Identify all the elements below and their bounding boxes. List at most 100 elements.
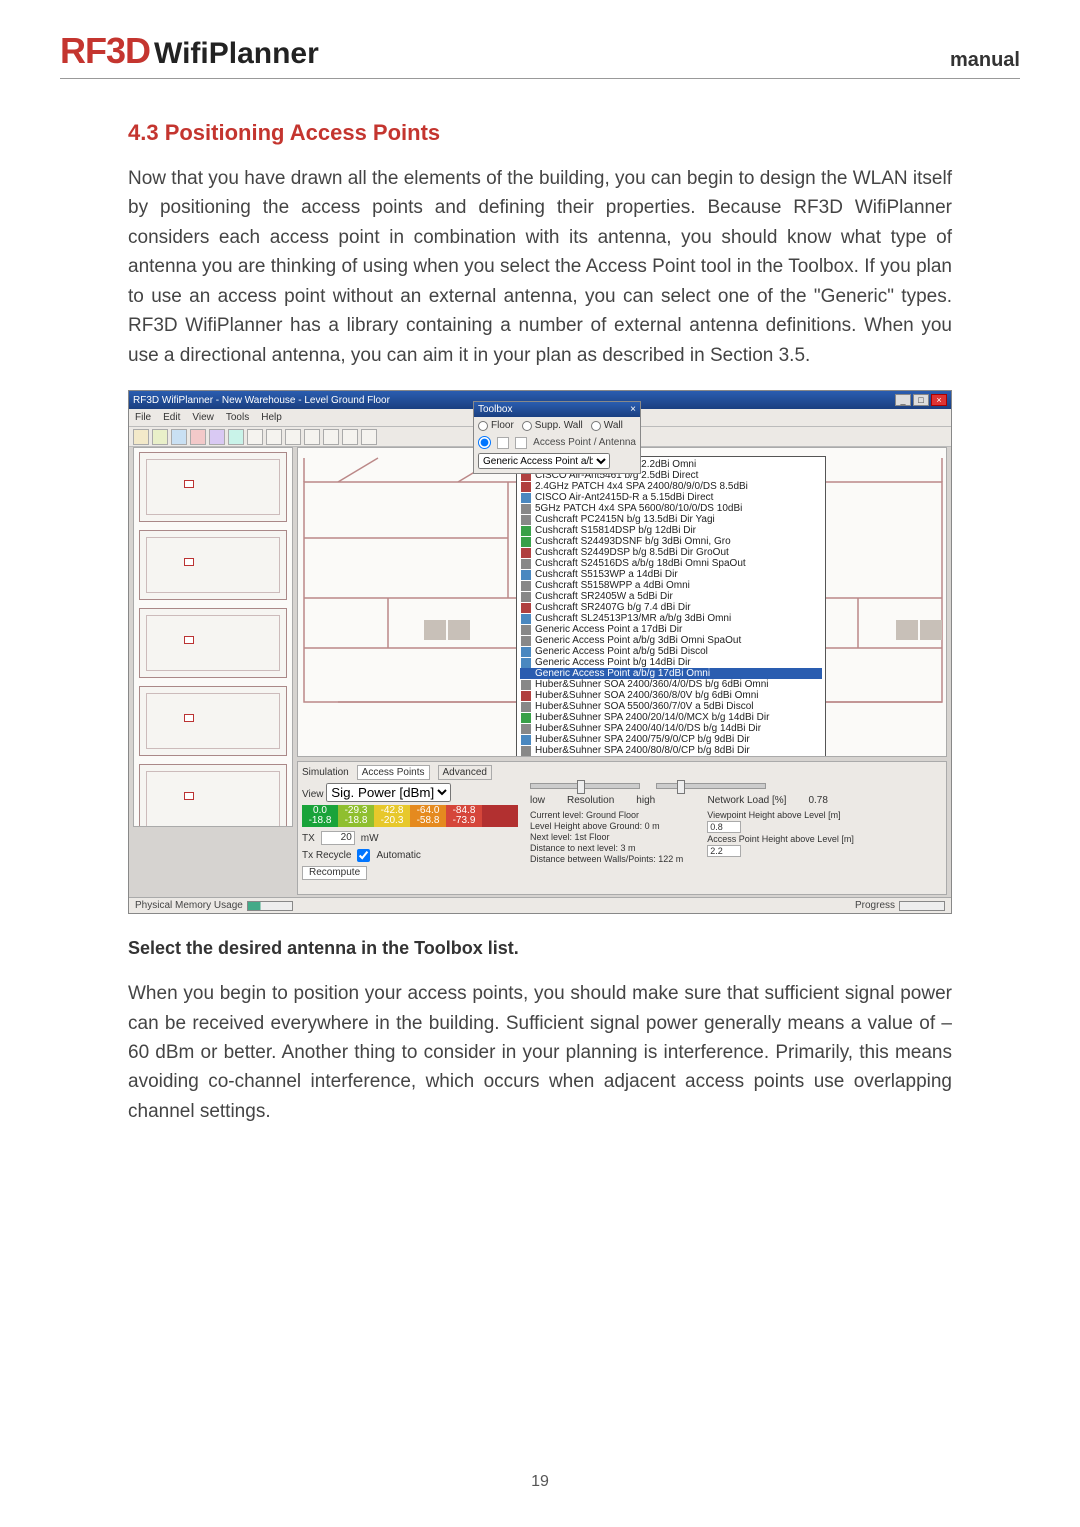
resolution-label: Resolution xyxy=(567,795,614,806)
antenna-color-icon xyxy=(521,570,531,580)
floorplan-canvas[interactable]: CISCO Air-Ant2451 b/g 2.2dBi OmniCISCO A… xyxy=(297,447,947,757)
radio-floor[interactable] xyxy=(478,421,488,431)
auto-checkbox[interactable] xyxy=(357,849,370,862)
antenna-option[interactable]: Generic Access Point a/b/g 17dBi Omni xyxy=(520,668,822,679)
toolbox-close-icon[interactable]: × xyxy=(630,404,636,415)
application-screenshot: RF3D WifiPlanner - New Warehouse - Level… xyxy=(128,390,952,914)
ap-height-value[interactable]: 2.2 xyxy=(707,845,741,857)
antenna-option[interactable]: Huber&Suhner SOA 2400/360/4/0/DS b/g 6dB… xyxy=(520,679,822,690)
antenna-select[interactable]: Generic Access Point a/b/g 17dBi Omni xyxy=(478,453,610,469)
tool-button-6[interactable] xyxy=(228,429,244,445)
antenna-option[interactable]: Huber&Suhner SPA 2400/75/9/0/CP b/g 9dBi… xyxy=(520,734,822,745)
antenna-color-icon xyxy=(521,658,531,668)
antenna-option[interactable]: Cushcraft S15814DSP b/g 12dBi Dir xyxy=(520,525,822,536)
antenna-color-icon xyxy=(521,537,531,547)
antenna-option[interactable]: Cushcraft S5153WP a 14dBi Dir xyxy=(520,569,822,580)
figure-caption: Select the desired antenna in the Toolbo… xyxy=(128,938,952,959)
menu-edit[interactable]: Edit xyxy=(163,412,180,423)
menu-tools[interactable]: Tools xyxy=(226,412,249,423)
antenna-option[interactable]: Cushcraft S5158WPP a 4dBi Omni xyxy=(520,580,822,591)
tool-button-10[interactable] xyxy=(304,429,320,445)
tab-access-points[interactable]: Access Points xyxy=(357,765,430,780)
menu-help[interactable]: Help xyxy=(261,412,282,423)
antenna-option[interactable]: Huber&Suhner SOA 2400/360/8/0V b/g 6dBi … xyxy=(520,690,822,701)
antenna-option[interactable]: Generic Access Point a 17dBi Dir xyxy=(520,624,822,635)
floor-thumb-2[interactable] xyxy=(139,530,287,600)
tool-button-2[interactable] xyxy=(152,429,168,445)
mem-label: Physical Memory Usage xyxy=(135,900,243,911)
antenna-option-label: Huber&Suhner SPA 2400/80/8/0/CP b/g 8dBi… xyxy=(535,745,750,756)
floor-thumb-5[interactable] xyxy=(139,764,287,827)
radio-wall[interactable] xyxy=(591,421,601,431)
signal-legend: 0.0-18.8-29.3-18.8-42.8-20.3-64.0-58.8-8… xyxy=(302,805,518,827)
tool-button-3[interactable] xyxy=(171,429,187,445)
antenna-option-label: 5GHz PATCH 4x4 SPA 5600/80/10/0/DS 10dBi xyxy=(535,503,742,514)
window-title: RF3D WifiPlanner - New Warehouse - Level… xyxy=(133,395,390,406)
antenna-color-icon xyxy=(521,515,531,525)
antenna-color-icon xyxy=(521,504,531,514)
antenna-option[interactable]: Cushcraft PC2415N b/g 13.5dBi Dir Yagi xyxy=(520,514,822,525)
tool-button-1[interactable] xyxy=(133,429,149,445)
tool-button-11[interactable] xyxy=(323,429,339,445)
antenna-option[interactable]: Cushcraft SL24513P13/MR a/b/g 3dBi Omni xyxy=(520,613,822,624)
antenna-option[interactable]: 5GHz PATCH 4x4 SPA 5600/80/10/0/DS 10dBi xyxy=(520,503,822,514)
antenna-option[interactable]: Huber&Suhner SPA 2400/40/14/0/DS b/g 14d… xyxy=(520,723,822,734)
antenna-dropdown-list[interactable]: CISCO Air-Ant2451 b/g 2.2dBi OmniCISCO A… xyxy=(516,456,826,757)
antenna-option[interactable]: Cushcraft S24516DS a/b/g 18dBi Omni SpaO… xyxy=(520,558,822,569)
antenna-option[interactable]: CISCO Air-Ant2415D-R a 5.15dBi Direct xyxy=(520,492,822,503)
tool-button-4[interactable] xyxy=(190,429,206,445)
header-section-label: manual xyxy=(950,49,1020,72)
view-select[interactable]: Sig. Power [dBm] xyxy=(326,783,451,802)
net-load-value: 0.78 xyxy=(808,795,827,806)
close-button[interactable]: × xyxy=(931,394,947,406)
floor-thumbnails[interactable] xyxy=(133,447,293,827)
antenna-option[interactable]: Huber&Suhner SPA 2400/75/9/0/V b/g 9dBi … xyxy=(520,756,822,757)
recompute-button[interactable]: Recompute xyxy=(302,866,367,880)
legend-cell xyxy=(482,805,518,827)
resolution-slider-2[interactable] xyxy=(656,783,766,789)
vp-height-value[interactable]: 0.8 xyxy=(707,821,741,833)
antenna-option[interactable]: 2.4GHz PATCH 4x4 SPA 2400/80/9/0/DS 8.5d… xyxy=(520,481,822,492)
menu-view[interactable]: View xyxy=(192,412,214,423)
antenna-option[interactable]: Cushcraft S24493DSNF b/g 3dBi Omni, Gro xyxy=(520,536,822,547)
tool-button-9[interactable] xyxy=(285,429,301,445)
minimize-button[interactable]: _ xyxy=(895,394,911,406)
floor-thumb-1[interactable] xyxy=(139,452,287,522)
menu-file[interactable]: File xyxy=(135,412,151,423)
tool-button-5[interactable] xyxy=(209,429,225,445)
tool-button-13[interactable] xyxy=(361,429,377,445)
antenna-option-label: Generic Access Point a/b/g 3dBi Omni Spa… xyxy=(535,635,741,646)
tool-button-7[interactable] xyxy=(247,429,263,445)
antenna-option[interactable]: Generic Access Point a/b/g 3dBi Omni Spa… xyxy=(520,635,822,646)
antenna-option[interactable]: Generic Access Point a/b/g 5dBi Discol xyxy=(520,646,822,657)
antenna-option[interactable]: Huber&Suhner SOA 5500/360/7/0V a 5dBi Di… xyxy=(520,701,822,712)
radio-ap[interactable] xyxy=(478,436,491,449)
resolution-slider-1[interactable] xyxy=(530,783,640,789)
antenna-option[interactable]: Cushcraft S2449DSP b/g 8.5dBi Dir GroOut xyxy=(520,547,822,558)
antenna-option-label: Huber&Suhner SPA 2400/75/9/0/CP b/g 9dBi… xyxy=(535,734,750,745)
antenna-option-label: Cushcraft SL24513P13/MR a/b/g 3dBi Omni xyxy=(535,613,731,624)
toolbox-panel[interactable]: Toolbox × Floor Supp. Wall Wall Access P… xyxy=(473,401,641,474)
maximize-button[interactable]: □ xyxy=(913,394,929,406)
antenna-option[interactable]: Generic Access Point b/g 14dBi Dir xyxy=(520,657,822,668)
simulation-panel: Simulation Access Points Advanced View S… xyxy=(297,761,947,895)
tool-button-12[interactable] xyxy=(342,429,358,445)
antenna-option[interactable]: Huber&Suhner SPA 2400/80/8/0/CP b/g 8dBi… xyxy=(520,745,822,756)
floor-thumb-3[interactable] xyxy=(139,608,287,678)
tab-advanced[interactable]: Advanced xyxy=(438,765,492,780)
ap-height-label: Access Point Height above Level [m] xyxy=(707,834,854,844)
antenna-color-icon xyxy=(521,702,531,712)
radio-supp-wall[interactable] xyxy=(522,421,532,431)
antenna-option-label: Cushcraft S5158WPP a 4dBi Omni xyxy=(535,580,690,591)
floor-thumb-4[interactable] xyxy=(139,686,287,756)
antenna-option-label: Huber&Suhner SOA 5500/360/7/0V a 5dBi Di… xyxy=(535,701,753,712)
info-level-height: Level Height above Ground: 0 m xyxy=(530,821,683,831)
tx-value[interactable]: 20 xyxy=(321,831,355,845)
antenna-option[interactable]: Cushcraft SR2405W a 5dBi Dir xyxy=(520,591,822,602)
legend-cell: 0.0-18.8 xyxy=(302,805,338,827)
antenna-color-icon xyxy=(521,757,531,758)
antenna-option[interactable]: Cushcraft SR2407G b/g 7.4 dBi Dir xyxy=(520,602,822,613)
tool-button-8[interactable] xyxy=(266,429,282,445)
antenna-option[interactable]: Huber&Suhner SPA 2400/20/14/0/MCX b/g 14… xyxy=(520,712,822,723)
antenna-color-icon xyxy=(521,647,531,657)
